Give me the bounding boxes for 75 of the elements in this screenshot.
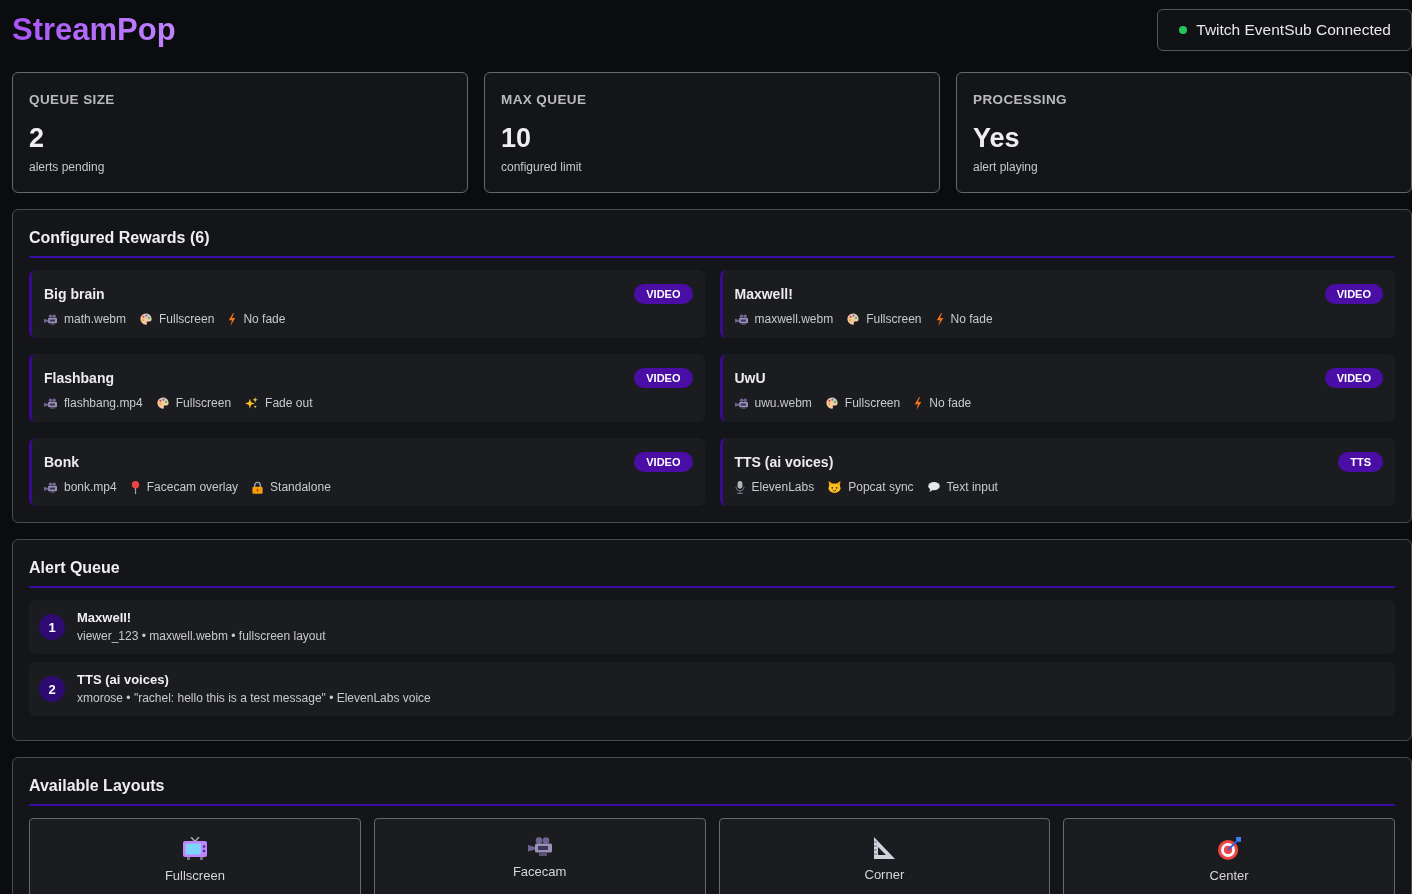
video-camera-icon xyxy=(734,313,748,325)
queue-title: TTS (ai voices) xyxy=(77,672,170,688)
queue-title: Maxwell! xyxy=(77,610,133,626)
palette-icon xyxy=(156,397,169,409)
reward-detail: No fade xyxy=(950,311,993,327)
video-camera-icon xyxy=(44,481,57,493)
section-title: Configured Rewards (6) xyxy=(29,228,211,248)
speech-bubble-icon xyxy=(927,482,940,492)
type-pill: VIDEO xyxy=(1324,368,1383,388)
reward-detail: math.webm xyxy=(64,311,127,327)
stat-value: Yes xyxy=(973,123,1021,153)
reward-detail: Popcat sync xyxy=(848,479,914,495)
reward-name: Big brain xyxy=(44,286,105,302)
type-pill: VIDEO xyxy=(634,452,693,472)
stat-caption: alerts pending xyxy=(29,159,106,175)
video-camera-icon xyxy=(44,313,57,325)
layout-option[interactable]: Center xyxy=(1063,818,1395,894)
palette-icon xyxy=(140,313,153,325)
lightning-icon xyxy=(914,396,923,410)
type-pill: VIDEO xyxy=(634,368,693,388)
reward-detail: Fullscreen xyxy=(175,395,232,411)
reward-name: Bonk xyxy=(44,454,79,470)
reward-detail: flashbang.mp4 xyxy=(64,395,143,411)
reward-detail: Standalone xyxy=(270,479,331,495)
reward-name: TTS (ai voices) xyxy=(734,454,834,470)
type-pill: VIDEO xyxy=(634,284,693,304)
stat-label: QUEUE SIZE xyxy=(29,91,116,109)
stat-caption: alert playing xyxy=(973,159,1039,175)
stat-label: MAX QUEUE xyxy=(501,91,588,109)
stat-value: 10 xyxy=(501,123,533,153)
reward-name: Maxwell! xyxy=(734,286,793,302)
television-icon xyxy=(182,837,207,860)
stat-label: PROCESSING xyxy=(973,91,1069,109)
reward-detail: bonk.mp4 xyxy=(64,479,117,495)
stat-value: 2 xyxy=(29,123,46,153)
layout-option[interactable]: Fullscreen xyxy=(29,818,361,894)
reward-detail: Fullscreen xyxy=(866,311,922,327)
target-dart-icon xyxy=(1217,837,1241,860)
connection-text: Twitch EventSub Connected xyxy=(1196,21,1391,39)
layout-option[interactable]: Facecam xyxy=(373,818,706,894)
video-camera-icon xyxy=(527,837,552,856)
queue-number: 1 xyxy=(39,614,65,640)
reward-detail: Fullscreen xyxy=(844,395,901,411)
reward-detail: Facecam overlay xyxy=(146,479,239,495)
sparkles-icon xyxy=(245,396,259,410)
reward-detail: maxwell.webm xyxy=(754,311,834,327)
video-camera-icon xyxy=(44,397,57,409)
lock-icon xyxy=(252,480,264,494)
queue-detail: xmorose • "rachel: hello this is a test message" • ElevenLabs voice xyxy=(77,691,431,706)
stat-caption: configured limit xyxy=(501,159,583,175)
reward-name: Flashbang xyxy=(44,370,114,386)
reward-detail: No fade xyxy=(243,311,286,327)
microphone-icon xyxy=(734,480,745,494)
section-title: Alert Queue xyxy=(29,558,121,578)
layout-option[interactable]: Corner xyxy=(718,818,1051,894)
queue-detail: viewer_123 • maxwell.webm • fullscreen layout xyxy=(77,629,326,644)
section-title: Available Layouts xyxy=(29,776,166,796)
palette-icon xyxy=(847,313,860,325)
reward-detail: Text input xyxy=(946,479,998,495)
triangle-ruler-icon xyxy=(873,837,896,859)
type-pill: TTS xyxy=(1338,452,1383,472)
video-camera-icon xyxy=(734,397,748,409)
lightning-icon xyxy=(228,312,237,326)
reward-detail: Fullscreen xyxy=(159,311,215,327)
reward-detail: Fade out xyxy=(265,395,313,411)
reward-name: UwU xyxy=(734,370,766,386)
pin-icon xyxy=(130,480,140,494)
reward-detail: No fade xyxy=(929,395,972,411)
type-pill: VIDEO xyxy=(1324,284,1383,304)
cat-face-icon xyxy=(828,481,842,493)
palette-icon xyxy=(825,397,838,409)
queue-number: 2 xyxy=(39,676,65,702)
reward-detail: uwu.webm xyxy=(754,395,812,411)
lightning-icon xyxy=(935,312,944,326)
reward-detail: ElevenLabs xyxy=(751,479,815,495)
